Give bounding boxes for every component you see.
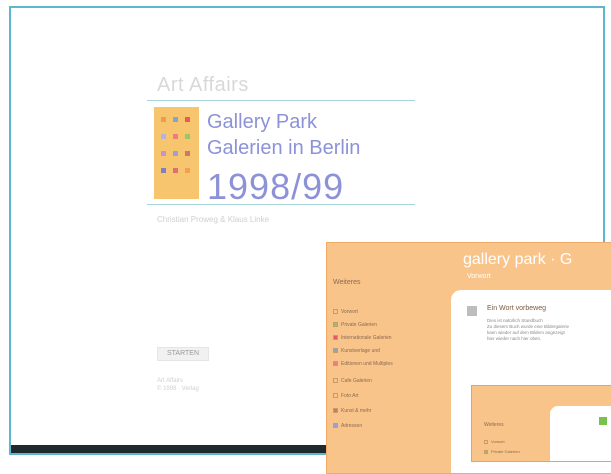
preview-nav-item-color (333, 378, 338, 384)
preview-nav-item: Adressen (333, 423, 362, 429)
swatch-dot (173, 151, 178, 156)
swatch-dot (161, 151, 166, 156)
preview-nav-item: Kunst & mehr (333, 408, 371, 414)
swatch-dot (185, 117, 190, 122)
site-title: Art Affairs (157, 74, 249, 96)
swatch-dot (173, 117, 178, 122)
swatch-dot (173, 168, 178, 173)
preview-nav-item-label: Foto Art (341, 393, 359, 399)
preview2-content-icon (599, 417, 607, 425)
preview2-nav-item: Vorwort (484, 439, 505, 444)
divider-top (147, 100, 415, 101)
preview-nav-item-color (333, 408, 338, 414)
preview-nav-item-color (333, 335, 338, 341)
footer-line-2: © 1998 · Verlag (157, 386, 199, 392)
preview2-nav-item: Private Galerien (484, 449, 520, 454)
preview-screenshot-2: Weiteres Vorwort Private Galerien (471, 385, 611, 462)
preview-nav-item-color (333, 322, 338, 328)
divider-bottom (147, 204, 415, 205)
preview-content-heading: Ein Wort vorbeweg (487, 305, 547, 312)
preview-subtitle: Vorwort (467, 273, 491, 280)
swatch-dot (161, 168, 166, 173)
start-button[interactable]: STARTEN (157, 347, 209, 361)
preview-content-line: kann wieder auf dem Bildern angezeigt (487, 330, 565, 335)
preview-nav-heading: Weiteres (333, 279, 361, 286)
preview-nav-item-label: Kunstverlage und (341, 348, 380, 354)
preview-nav-item-label: Private Galerien (341, 322, 377, 328)
swatch-dot (185, 134, 190, 139)
preview-nav-item-label: Cafe Galerien (341, 378, 372, 384)
preview2-nav-item-label: Private Galerien (491, 449, 520, 454)
preview-nav-item: Foto Art (333, 393, 359, 399)
preview-nav-item: Vorwort (333, 309, 358, 315)
authors-text: Christian Proweg & Klaus Linke (157, 215, 270, 224)
preview-nav-item: Editionen und Multiples (333, 361, 393, 367)
preview-content-line: hier wieder nach hier oben. (487, 336, 542, 341)
heading-galerien-in-berlin: Galerien in Berlin (207, 137, 361, 159)
preview-nav-item-label: Editionen und Multiples (341, 361, 393, 367)
preview-content-icon (467, 306, 477, 316)
heading-gallery-park: Gallery Park (207, 111, 318, 133)
preview2-nav-item-color (484, 449, 488, 454)
preview-nav-item-color (333, 423, 338, 429)
swatch-dot (161, 134, 166, 139)
preview-content-line: Zu diesem Buch wurde eine Bildergalerie (487, 324, 570, 329)
preview-nav-item: Private Galerien (333, 322, 377, 328)
preview-nav-item-color (333, 393, 338, 399)
preview-nav-item: Kunstverlage und (333, 348, 380, 354)
swatch-dot (173, 134, 178, 139)
preview-nav-item-label: Internationale Galerien (341, 335, 392, 341)
preview-nav-item: Cafe Galerien (333, 378, 372, 384)
preview-nav-item-label: Adressen (341, 423, 363, 429)
footer-line-1: Art Affairs (157, 378, 183, 384)
preview2-content-panel (550, 406, 611, 461)
preview-title: gallery park · G (463, 251, 573, 268)
preview-nav-item-color (333, 309, 338, 315)
preview-nav-item-color (333, 361, 338, 367)
swatch-dot (161, 117, 166, 122)
preview2-nav-item-color (484, 439, 488, 444)
preview-nav-item-label: Kunst & mehr (341, 408, 372, 414)
preview-nav-item-color (333, 348, 338, 354)
preview-nav-item-label: Vorwort (341, 309, 358, 315)
preview2-nav-item-label: Vorwort (491, 439, 505, 444)
preview-content-line: Dies ist natürlich Standbuch (487, 318, 543, 323)
swatch-dot (185, 151, 190, 156)
preview-nav-item: Internationale Galerien (333, 335, 392, 341)
year-label: 1998/99 (207, 166, 345, 207)
swatch-dot (185, 168, 190, 173)
preview2-nav-heading: Weiteres (484, 422, 504, 428)
